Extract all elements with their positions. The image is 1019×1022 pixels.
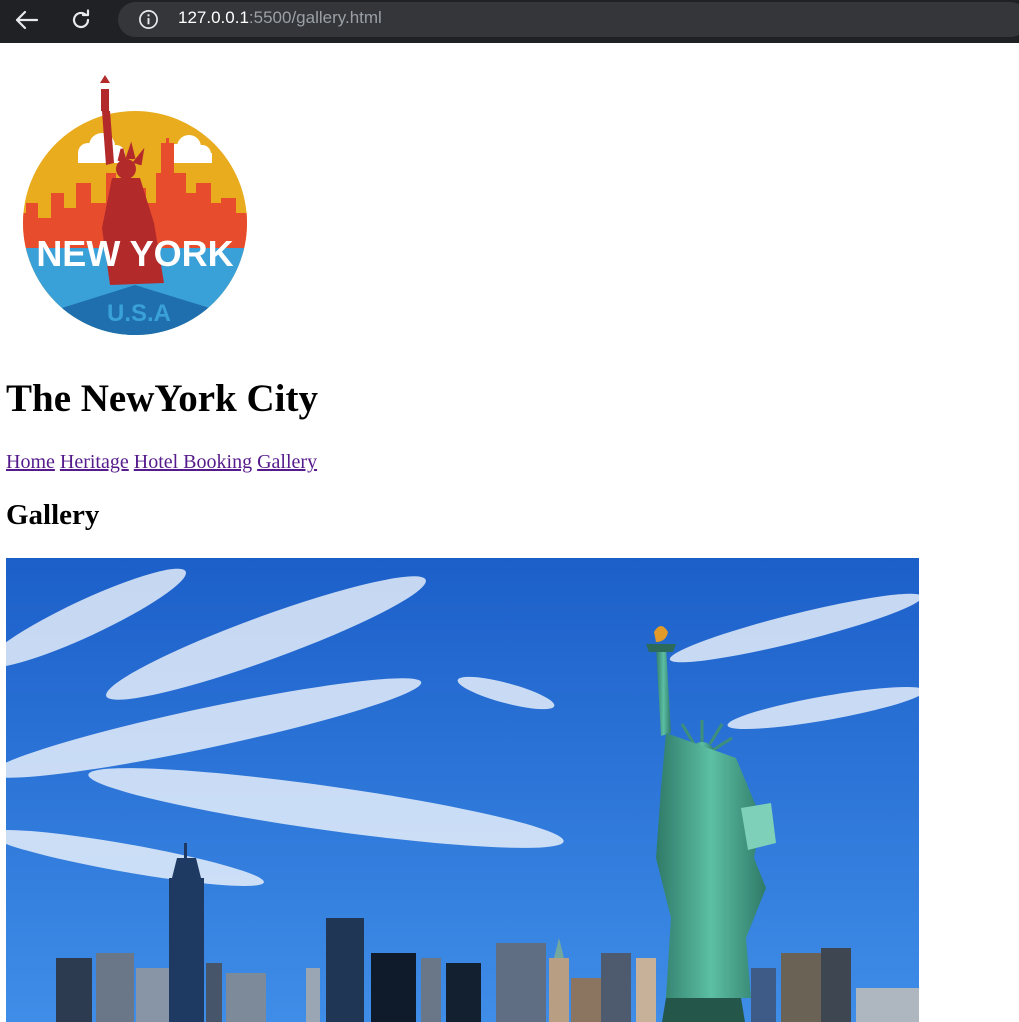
page-content: NEW YORK U.S.A The NewYork City Home Her… [0, 43, 1019, 1022]
logo-sub-text: U.S.A [107, 300, 171, 327]
url-path: :5500/gallery.html [248, 8, 382, 27]
new-york-logo: NEW YORK U.S.A [6, 53, 262, 345]
nav-link-home[interactable]: Home [6, 451, 55, 473]
address-bar[interactable]: 127.0.0.1:5500/gallery.html [118, 2, 1019, 37]
main-nav: Home Heritage Hotel Booking Gallery [6, 451, 317, 474]
nav-link-hotel-booking[interactable]: Hotel Booking [134, 451, 252, 473]
browser-toolbar: 127.0.0.1:5500/gallery.html [0, 0, 1019, 43]
info-icon[interactable] [138, 9, 159, 30]
back-button[interactable] [10, 6, 42, 34]
url-text[interactable]: 127.0.0.1:5500/gallery.html [178, 8, 382, 28]
logo-main-text: NEW YORK [36, 233, 233, 274]
page-title: The NewYork City [6, 377, 318, 420]
nav-link-heritage[interactable]: Heritage [60, 451, 129, 473]
gallery-image [6, 558, 919, 1022]
arrow-left-icon [15, 10, 39, 30]
url-host: 127.0.0.1 [178, 8, 249, 27]
reload-button[interactable] [65, 6, 97, 34]
nav-link-gallery[interactable]: Gallery [257, 451, 317, 473]
reload-icon [72, 9, 90, 29]
section-title: Gallery [6, 499, 100, 531]
